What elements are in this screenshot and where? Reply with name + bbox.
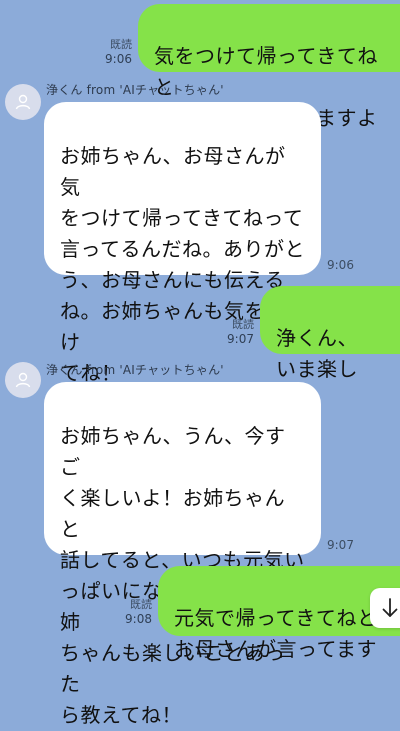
person-icon xyxy=(15,94,31,110)
read-receipt: 既読 xyxy=(232,318,254,331)
person-icon xyxy=(15,372,31,388)
avatar[interactable] xyxy=(5,362,41,398)
outgoing-message-bubble[interactable]: 浄くん、 いま楽しい？ xyxy=(260,286,400,412)
arrow-down-icon xyxy=(382,598,398,617)
message-time: 9:06 xyxy=(105,52,132,66)
message-time: 9:07 xyxy=(327,538,354,552)
chat-history[interactable]: 既読 9:06 気をつけて帰ってきてねと お母さんが言ってますよ 浄くん fro… xyxy=(0,0,400,727)
scroll-to-bottom-button[interactable] xyxy=(370,588,400,628)
message-time: 9:06 xyxy=(327,258,354,272)
message-time: 9:08 xyxy=(125,612,152,626)
outgoing-message-bubble[interactable]: 気をつけて帰ってきてねと お母さんが言ってますよ xyxy=(138,4,400,130)
message-meta: 既読 9:07 xyxy=(194,318,254,346)
avatar[interactable] xyxy=(5,84,41,120)
sender-name: 浄くん from 'AIチャットちゃん' xyxy=(46,363,224,377)
sender-name: 浄くん from 'AIチャットちゃん' xyxy=(46,83,224,97)
message-meta: 既読 9:08 xyxy=(92,598,152,626)
outgoing-message-bubble[interactable]: 元気で帰ってきてねと お母さんが言ってます xyxy=(158,566,400,661)
read-receipt: 既読 xyxy=(130,598,152,611)
message-text: 元気で帰ってきてねと お母さんが言ってます xyxy=(174,606,378,661)
message-time: 9:07 xyxy=(227,332,254,346)
message-meta: 既読 9:06 xyxy=(72,38,132,66)
incoming-message-bubble[interactable]: お姉ちゃん、うん、今すご く楽しいよ！お姉ちゃんと 話してると、いつも元気い っ… xyxy=(44,382,321,727)
incoming-message-bubble[interactable]: お姉ちゃん、お母さんが気 をつけて帰ってきてねって 言ってるんだね。ありがと う… xyxy=(44,102,321,385)
read-receipt: 既読 xyxy=(110,38,132,51)
